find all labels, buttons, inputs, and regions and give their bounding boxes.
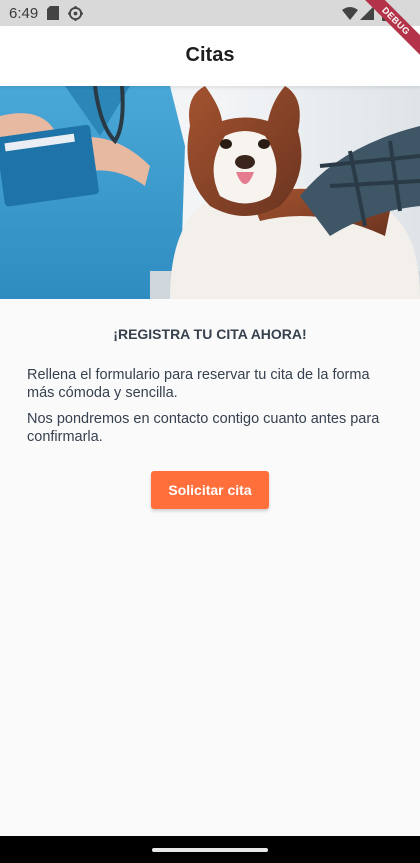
navigation-bar (0, 836, 420, 863)
home-gesture-handle[interactable] (152, 848, 268, 852)
hero-image (0, 86, 420, 299)
debug-banner-label: DEBUG (360, 0, 420, 60)
sd-card-icon (47, 6, 59, 20)
page-title: Citas (185, 44, 235, 66)
vet-husky-photo (0, 86, 420, 299)
contact-paragraph: Nos pondremos en contacto contigo cuanto… (27, 411, 380, 445)
request-appointment-button[interactable]: Solicitar cita (151, 471, 269, 509)
wifi-icon (342, 7, 358, 20)
status-bar: 6:49 (0, 0, 420, 26)
debug-banner: DEBUG (360, 0, 420, 60)
section-heading: ¡REGISTRA TU CITA AHORA! (113, 326, 307, 342)
gear-icon (68, 6, 83, 21)
status-time: 6:49 (9, 5, 39, 22)
intro-paragraph: Rellena el formulario para reservar tu c… (27, 367, 370, 401)
app-bar: Citas (0, 26, 420, 86)
